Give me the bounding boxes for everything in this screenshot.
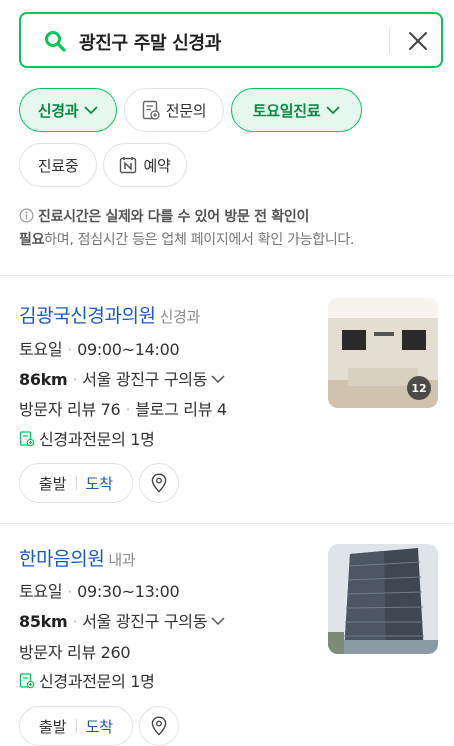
location-pin-icon [151, 716, 167, 736]
specialist-line: 신경과전문의 1명 [19, 426, 155, 450]
result-card[interactable]: 김광국신경과의원 신경과 토요일 · 09:00~14:00 86km · 서울 광진구 … [0, 298, 454, 511]
arrive-button[interactable]: 도착 [86, 716, 114, 737]
location-pin-icon [151, 473, 167, 493]
search-divider [389, 28, 390, 54]
search-input[interactable]: 광진구 주말 신경과 [79, 29, 221, 55]
divider [0, 275, 454, 276]
place-photo[interactable] [328, 544, 438, 654]
filter-chip-reservation[interactable]: 예약 [103, 143, 187, 187]
filter-chip-label: 진료중 [37, 156, 79, 175]
hours-day: 토요일 [19, 340, 63, 359]
location-pin-button[interactable] [139, 706, 179, 746]
search-icon [45, 31, 66, 52]
visitor-reviews: 방문자 리뷰 260 [19, 643, 131, 662]
calendar-n-icon [120, 157, 137, 174]
filter-chip-specialist[interactable]: 전문의 [124, 88, 224, 132]
info-icon [19, 208, 34, 223]
specialist-count: 신경과전문의 1명 [39, 430, 155, 449]
specialist-doc-icon [19, 431, 35, 447]
place-name[interactable]: 한마음의원 [19, 548, 105, 570]
filter-chip-open-now[interactable]: 진료중 [19, 143, 97, 187]
close-icon[interactable] [405, 28, 431, 54]
start-button[interactable]: 출발 [39, 473, 67, 494]
result-card[interactable]: 한마음의원 내과 토요일 · 09:30~13:00 85km · 서울 광진구 구의동 … [0, 544, 454, 746]
location-line[interactable]: 85km · 서울 광진구 구의동 [19, 608, 225, 632]
chevron-down-icon[interactable] [211, 616, 225, 626]
place-name-link[interactable]: 김광국신경과의원 신경과 [19, 301, 200, 328]
place-photo[interactable]: 12 [328, 298, 438, 408]
specialist-doc-icon [142, 100, 160, 120]
hours-line: 토요일 · 09:00~14:00 [19, 340, 180, 359]
route-buttons: 출발 도착 [19, 706, 133, 746]
place-name-link[interactable]: 한마음의원 내과 [19, 544, 136, 571]
filter-chip-label: 신경과 [37, 101, 79, 120]
address: 서울 광진구 구의동 [82, 612, 208, 631]
notice-bold-text-2: 필요 [19, 232, 45, 248]
divider [0, 523, 454, 524]
specialist-doc-icon [19, 673, 35, 689]
start-button[interactable]: 출발 [39, 716, 67, 737]
hours-time: 09:00~14:00 [77, 340, 180, 359]
specialist-count: 신경과전문의 1명 [39, 672, 155, 691]
distance: 86km [19, 370, 68, 389]
place-category: 신경과 [159, 308, 201, 326]
filter-chip-saturday[interactable]: 토요일진료 [231, 88, 362, 132]
filter-chip-label: 토요일진료 [252, 101, 321, 120]
hours-day: 토요일 [19, 582, 63, 601]
visitor-reviews: 방문자 리뷰 76 [19, 400, 121, 419]
blog-reviews: 블로그 리뷰 4 [135, 400, 227, 419]
filter-chip-label: 전문의 [165, 101, 207, 120]
chevron-down-icon[interactable] [211, 374, 225, 384]
hours-line: 토요일 · 09:30~13:00 [19, 582, 180, 601]
distance: 85km [19, 612, 68, 631]
chevron-down-icon [84, 105, 98, 114]
photo-count-badge: 12 [407, 376, 431, 400]
hours-notice: 진료시간은 실제와 다를 수 있어 방문 전 확인이필요하며, 점심시간 등은 … [19, 206, 439, 252]
clinic-building-image [328, 544, 438, 654]
place-category: 내과 [108, 551, 136, 569]
search-box[interactable]: 광진구 주말 신경과 [19, 12, 443, 68]
chevron-down-icon [326, 105, 340, 114]
route-buttons: 출발 도착 [19, 463, 133, 503]
notice-text: 하며, 점심시간 등은 업체 페이지에서 확인 가능합니다. [44, 232, 355, 248]
location-line[interactable]: 86km · 서울 광진구 구의동 [19, 366, 225, 390]
filter-chip-label: 예약 [143, 156, 171, 175]
reviews-line: 방문자 리뷰 260 [19, 639, 131, 663]
reviews-line: 방문자 리뷰 76 · 블로그 리뷰 4 [19, 400, 227, 419]
place-name[interactable]: 김광국신경과의원 [19, 305, 156, 327]
arrive-button[interactable]: 도착 [86, 473, 114, 494]
address: 서울 광진구 구의동 [82, 370, 208, 389]
location-pin-button[interactable] [139, 463, 179, 503]
filter-chip-neurology[interactable]: 신경과 [19, 88, 117, 132]
specialist-line: 신경과전문의 1명 [19, 668, 155, 692]
notice-bold-text: 진료시간은 실제와 다를 수 있어 방문 전 확인이 [38, 209, 310, 225]
hours-time: 09:30~13:00 [77, 582, 180, 601]
